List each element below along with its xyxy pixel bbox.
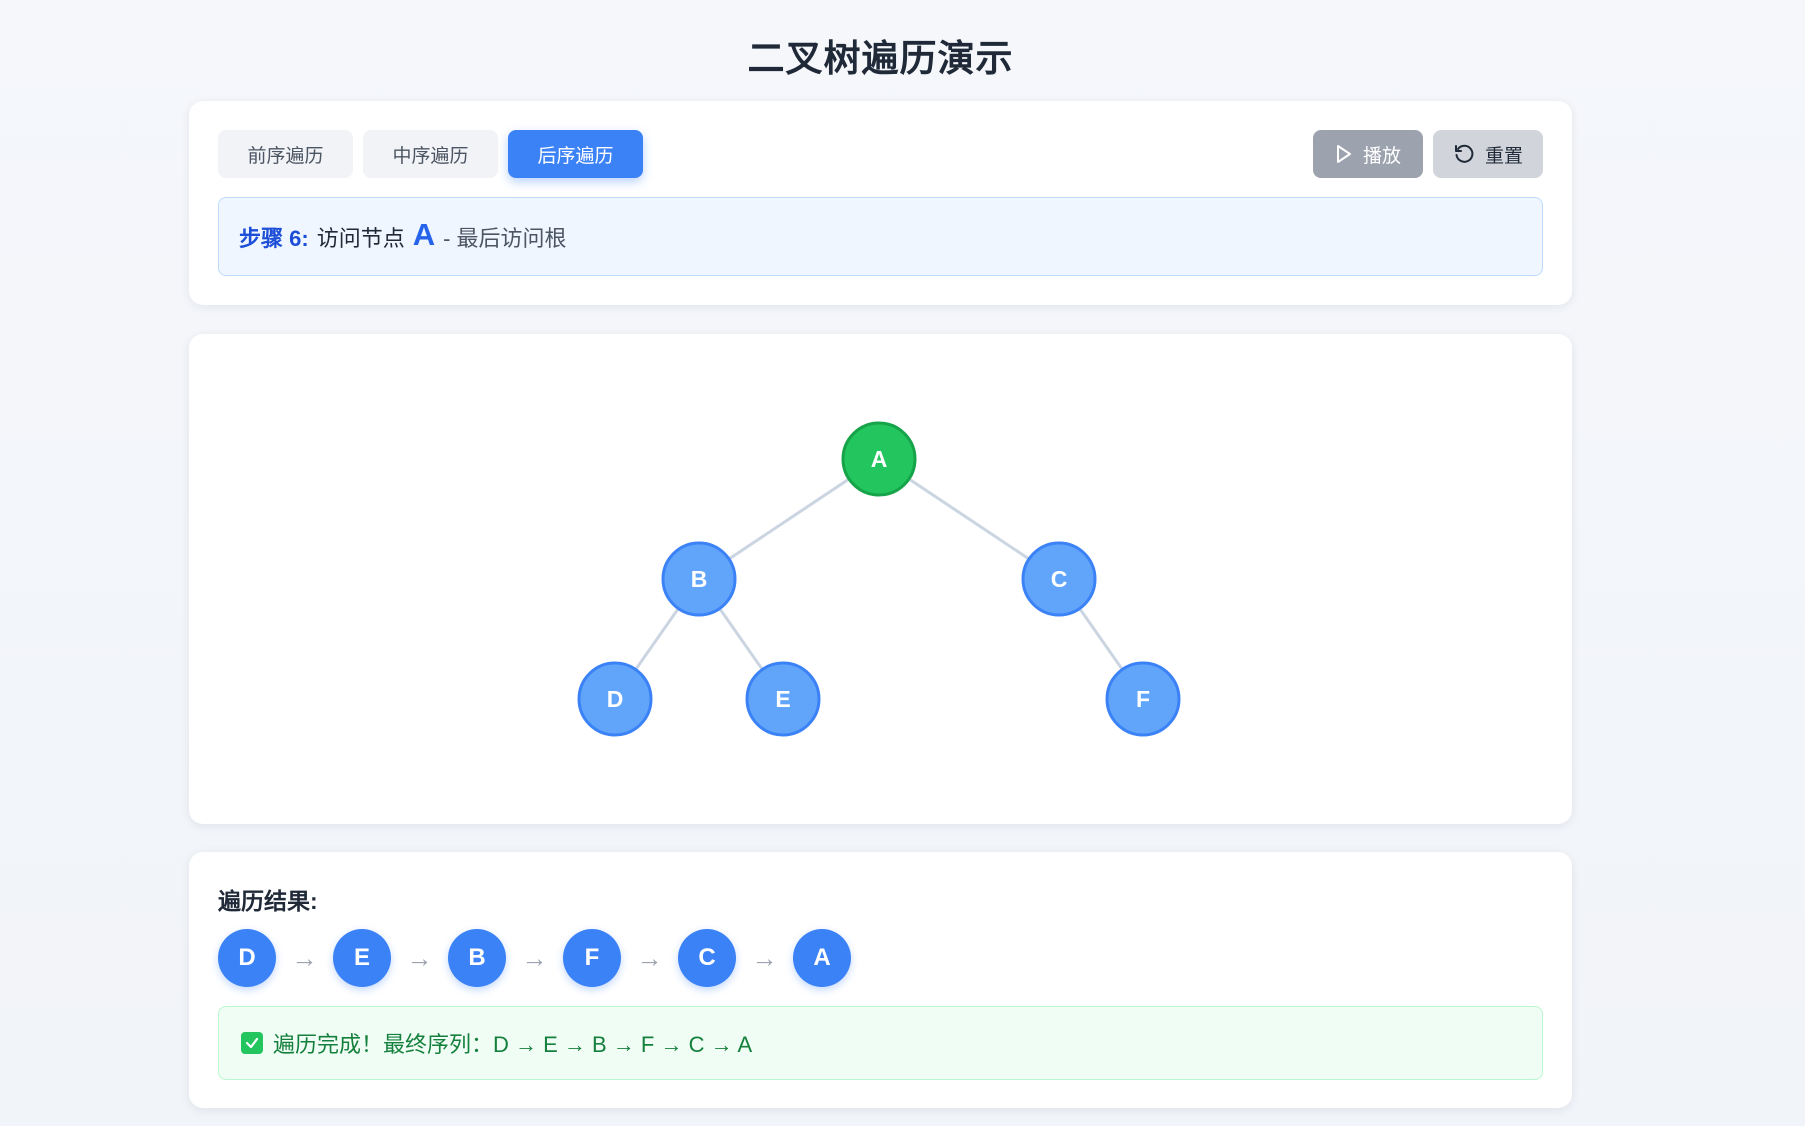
sequence-node: A [793,929,851,987]
step-text: 访问节点 [316,225,405,251]
action-buttons: 播放 重置 [1313,130,1543,178]
result-card: 遍历结果: D → E → B → F → C → A 遍历完成！最终序列：D → E → B → … [189,852,1572,1108]
result-heading: 遍历结果: [218,888,318,914]
tree-node-label: A [871,446,888,472]
step-info: 步骤 6: 访问节点 A - 最后访问根 [218,197,1543,276]
tab-postorder[interactable]: 后序遍历 [508,130,643,178]
sequence-arrow: → [406,942,433,973]
tree-node-label: C [1051,566,1068,592]
sequence-node: D [218,929,276,987]
traversal-tabs: 前序遍历 中序遍历 后序遍历 [218,130,643,178]
play-label: 播放 [1362,145,1401,167]
sequence-node: C [678,929,736,987]
sequence-node: B [448,929,506,987]
tree-node-c[interactable]: C [1021,541,1097,617]
page-title: 二叉树遍历演示 [747,38,1014,79]
tab-preorder[interactable]: 前序遍历 [218,130,353,178]
play-button[interactable]: 播放 [1313,130,1423,178]
completion-text: 遍历完成！最终序列：D → E → B → F → C → A [273,1032,753,1057]
sequence-arrow: → [751,942,778,973]
tree-node-f[interactable]: F [1105,661,1181,737]
sequence-node: E [333,929,391,987]
page: 二叉树遍历演示 前序遍历 中序遍历 后序遍历 播放 重置 步骤 6: 访问节点 … [0,0,1805,1126]
reset-icon [1453,143,1475,165]
tree-node-label: F [1136,686,1150,712]
sequence-node: F [563,929,621,987]
sequence-arrow: → [291,942,318,973]
sequence-arrow: → [636,942,663,973]
tree-node-b[interactable]: B [661,541,737,617]
tree-node-e[interactable]: E [745,661,821,737]
controls-card: 前序遍历 中序遍历 后序遍历 播放 重置 步骤 6: 访问节点 A - 最后访问… [189,101,1572,305]
step-description: - 最后访问根 [443,225,567,251]
tree-node-label: E [775,686,790,712]
check-icon [241,1032,263,1054]
reset-label: 重置 [1484,145,1523,167]
sequence-arrow: → [521,942,548,973]
tree-canvas: A B C D E F [577,421,1181,737]
reset-button[interactable]: 重置 [1433,130,1543,178]
tree-node-a[interactable]: A [841,421,917,497]
tree-card: A B C D E F [189,334,1572,824]
tree-node-label: D [607,686,624,712]
step-label: 步骤 6: [239,225,309,251]
play-icon [1335,144,1353,164]
tree-node-label: B [691,566,708,592]
tree-node-d[interactable]: D [577,661,653,737]
step-node: A [412,216,436,252]
tab-inorder[interactable]: 中序遍历 [363,130,498,178]
completion-message: 遍历完成！最终序列：D → E → B → F → C → A [218,1006,1543,1080]
result-sequence: D → E → B → F → C → A [218,929,851,987]
